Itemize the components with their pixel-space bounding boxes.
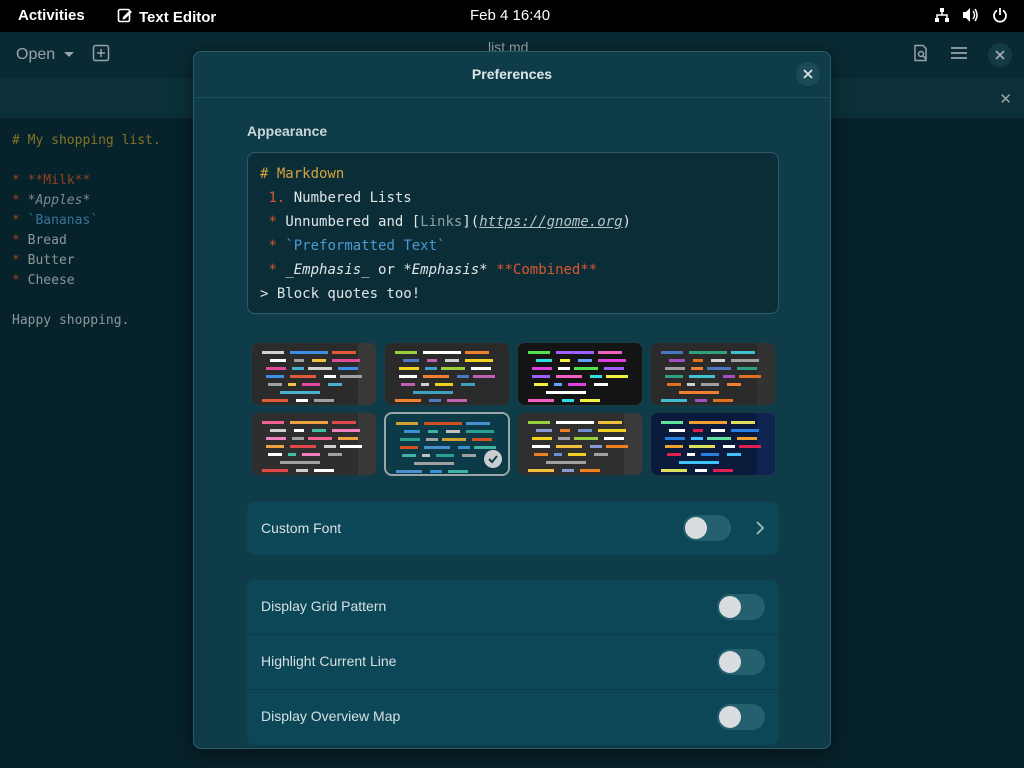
app-menu[interactable]: Text Editor bbox=[117, 7, 216, 27]
preview-line: # Markdown bbox=[260, 166, 345, 182]
top-bar: Activities Text Editor Feb 4 16:40 bbox=[0, 0, 1024, 32]
style-scheme-option[interactable] bbox=[384, 412, 510, 476]
preview-line: 1. Numbered Lists bbox=[268, 190, 412, 206]
text-editor-icon bbox=[117, 7, 133, 27]
dialog-title: Preferences bbox=[471, 66, 553, 82]
style-scheme-option[interactable] bbox=[384, 342, 510, 406]
overview-map-row[interactable]: Display Overview Map bbox=[247, 690, 779, 745]
style-scheme-option[interactable] bbox=[650, 342, 776, 406]
grid-pattern-switch[interactable] bbox=[717, 594, 765, 620]
preview-line: > Block quotes too! bbox=[260, 286, 421, 302]
system-tray[interactable] bbox=[934, 7, 1008, 27]
custom-font-label: Custom Font bbox=[261, 520, 342, 536]
network-icon[interactable] bbox=[934, 7, 950, 27]
appearance-heading: Appearance bbox=[247, 123, 328, 139]
dialog-header: Preferences bbox=[194, 52, 830, 98]
custom-font-row[interactable]: Custom Font bbox=[247, 502, 779, 555]
close-icon bbox=[803, 69, 813, 79]
volume-icon[interactable] bbox=[962, 7, 980, 27]
highlight-line-switch[interactable] bbox=[717, 649, 765, 675]
style-scheme-option[interactable] bbox=[517, 412, 643, 476]
overview-map-switch[interactable] bbox=[717, 704, 765, 730]
style-scheme-option[interactable] bbox=[251, 412, 377, 476]
power-icon[interactable] bbox=[992, 7, 1008, 27]
dialog-close-button[interactable] bbox=[796, 62, 820, 86]
custom-font-switch[interactable] bbox=[683, 515, 731, 541]
display-options-card: Display Grid Pattern Highlight Current L… bbox=[247, 580, 779, 745]
preview-line: * `Preformatted Text` bbox=[268, 238, 446, 254]
preview-line: * _Emphasis_ or *Emphasis* **Combined** bbox=[268, 262, 598, 278]
highlight-line-label: Highlight Current Line bbox=[261, 653, 397, 669]
activities-button[interactable]: Activities bbox=[18, 7, 85, 24]
style-preview: # Markdown 1. Numbered Lists * Unnumbere… bbox=[247, 152, 779, 314]
highlight-line-row[interactable]: Highlight Current Line bbox=[247, 635, 779, 690]
preview-line: * Unnumbered and [Links](https://gnome.o… bbox=[268, 214, 631, 230]
chevron-right-icon[interactable] bbox=[755, 520, 765, 541]
custom-font-card: Custom Font bbox=[247, 502, 779, 555]
overview-map-label: Display Overview Map bbox=[261, 708, 401, 724]
grid-pattern-row[interactable]: Display Grid Pattern bbox=[247, 580, 779, 635]
app-name: Text Editor bbox=[139, 8, 217, 26]
preferences-dialog: Preferences Appearance # Markdown 1. Num… bbox=[193, 51, 831, 749]
style-scheme-option[interactable] bbox=[517, 342, 643, 406]
style-scheme-option[interactable] bbox=[650, 412, 776, 476]
checkmark-icon bbox=[484, 450, 502, 468]
grid-pattern-label: Display Grid Pattern bbox=[261, 598, 387, 614]
clock[interactable]: Feb 4 16:40 bbox=[470, 7, 550, 24]
style-scheme-option[interactable] bbox=[251, 342, 377, 406]
